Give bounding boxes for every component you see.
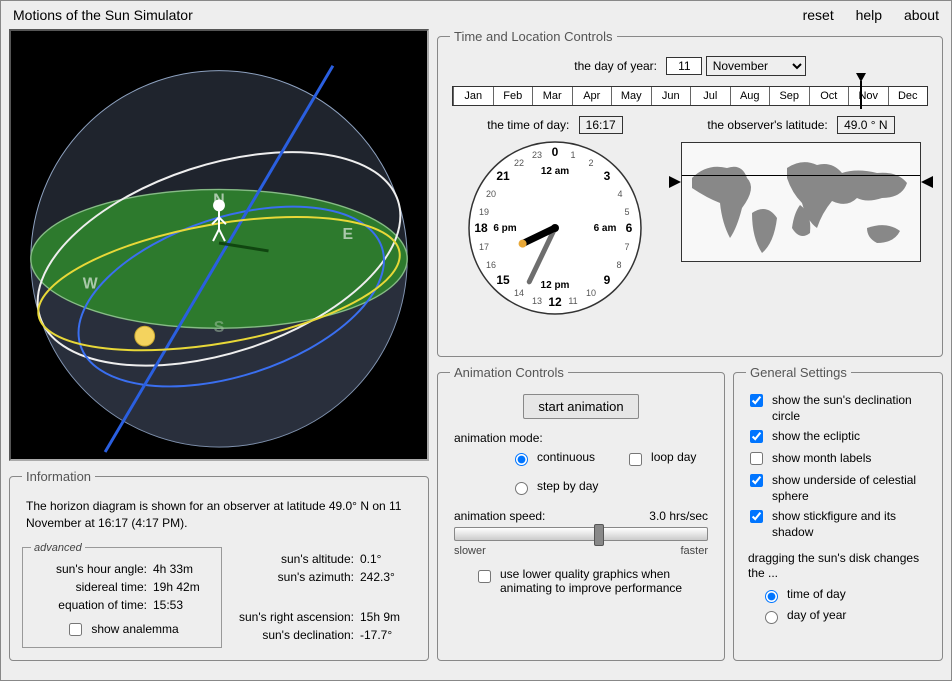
speed-value: 3.0 hrs/sec [649,509,708,523]
svg-text:21: 21 [496,169,510,183]
east-label: E [342,226,353,243]
svg-text:6: 6 [626,221,633,235]
mode-step-radio[interactable] [515,482,528,495]
show-ecliptic-checkbox[interactable] [750,430,763,443]
speed-slider[interactable] [454,527,708,541]
latitude-line[interactable] [682,175,920,176]
svg-text:3: 3 [604,169,611,183]
svg-text:2: 2 [588,158,593,168]
svg-text:12 pm: 12 pm [541,280,570,291]
month-slider[interactable]: Jan Feb Mar Apr May Jun Jul Aug Sep Oct … [452,86,928,106]
hour-angle-value: 4h 33m [153,562,213,576]
south-label: S [214,319,225,336]
day-of-year-label: the day of year: [574,59,657,73]
horizon-diagram[interactable]: N E S W [9,29,429,461]
month-select[interactable]: November [706,56,806,76]
sun-disk [135,326,155,346]
svg-text:6 am: 6 am [594,223,617,234]
information-legend: Information [22,469,95,484]
day-input[interactable] [666,57,702,75]
svg-text:22: 22 [514,158,524,168]
svg-text:14: 14 [514,288,524,298]
svg-text:15: 15 [496,273,510,287]
lat-handle-left[interactable] [669,176,681,191]
show-underside-checkbox[interactable] [750,474,763,487]
svg-text:18: 18 [474,221,488,235]
latitude-value[interactable]: 49.0 ° N [837,116,895,134]
azimuth-value: 242.3° [360,570,416,584]
svg-text:8: 8 [616,260,621,270]
general-settings-panel: General Settings show the sun's declinat… [733,365,943,661]
altitude-value: 0.1° [360,552,416,566]
about-link[interactable]: about [904,7,939,23]
drag-day-radio[interactable] [765,611,778,624]
time-of-day-value[interactable]: 16:17 [579,116,623,134]
info-summary: The horizon diagram is shown for an obse… [26,498,412,532]
world-map[interactable] [681,142,921,262]
svg-text:6 pm: 6 pm [493,223,516,234]
svg-text:1: 1 [570,150,575,160]
svg-text:17: 17 [479,242,489,252]
show-stickfigure-checkbox[interactable] [750,510,763,523]
sidereal-value: 19h 42m [153,580,213,594]
svg-text:10: 10 [586,288,596,298]
drag-time-radio[interactable] [765,590,778,603]
loop-day-checkbox[interactable] [629,453,642,466]
show-analemma-checkbox[interactable] [69,623,82,636]
mode-continuous-radio[interactable] [515,453,528,466]
animation-panel: Animation Controls start animation anima… [437,365,725,661]
svg-text:23: 23 [532,150,542,160]
information-panel: Information The horizon diagram is shown… [9,469,429,661]
speed-thumb[interactable] [594,524,604,546]
app-window: Motions of the Sun Simulator reset help … [0,0,952,681]
svg-text:19: 19 [479,207,489,217]
svg-text:16: 16 [486,260,496,270]
svg-text:11: 11 [568,296,577,306]
lat-handle-right[interactable] [921,176,933,191]
eot-value: 15:53 [153,598,213,612]
help-link[interactable]: help [856,7,882,23]
svg-text:12 am: 12 am [541,166,569,177]
titlebar: Motions of the Sun Simulator reset help … [1,1,951,29]
clock-face[interactable]: 0 3 6 9 12 15 18 21 1 2 [465,138,645,318]
show-declination-checkbox[interactable] [750,394,763,407]
dec-value: -17.7° [360,628,416,642]
svg-text:20: 20 [486,189,496,199]
svg-text:13: 13 [532,296,542,306]
time-location-panel: Time and Location Controls the day of ye… [437,29,943,357]
app-title: Motions of the Sun Simulator [13,7,193,23]
advanced-group: advanced sun's hour angle:4h 33m siderea… [22,542,222,648]
svg-text:12: 12 [548,295,562,309]
reset-link[interactable]: reset [803,7,834,23]
svg-text:7: 7 [624,242,629,252]
show-month-labels-checkbox[interactable] [750,452,763,465]
ra-value: 15h 9m [360,610,416,624]
svg-text:0: 0 [552,145,559,159]
menu-links: reset help about [785,7,939,23]
svg-text:5: 5 [624,207,629,217]
svg-text:4: 4 [617,189,622,199]
svg-text:9: 9 [604,273,611,287]
low-quality-checkbox[interactable] [478,570,491,583]
start-animation-button[interactable]: start animation [523,394,638,419]
